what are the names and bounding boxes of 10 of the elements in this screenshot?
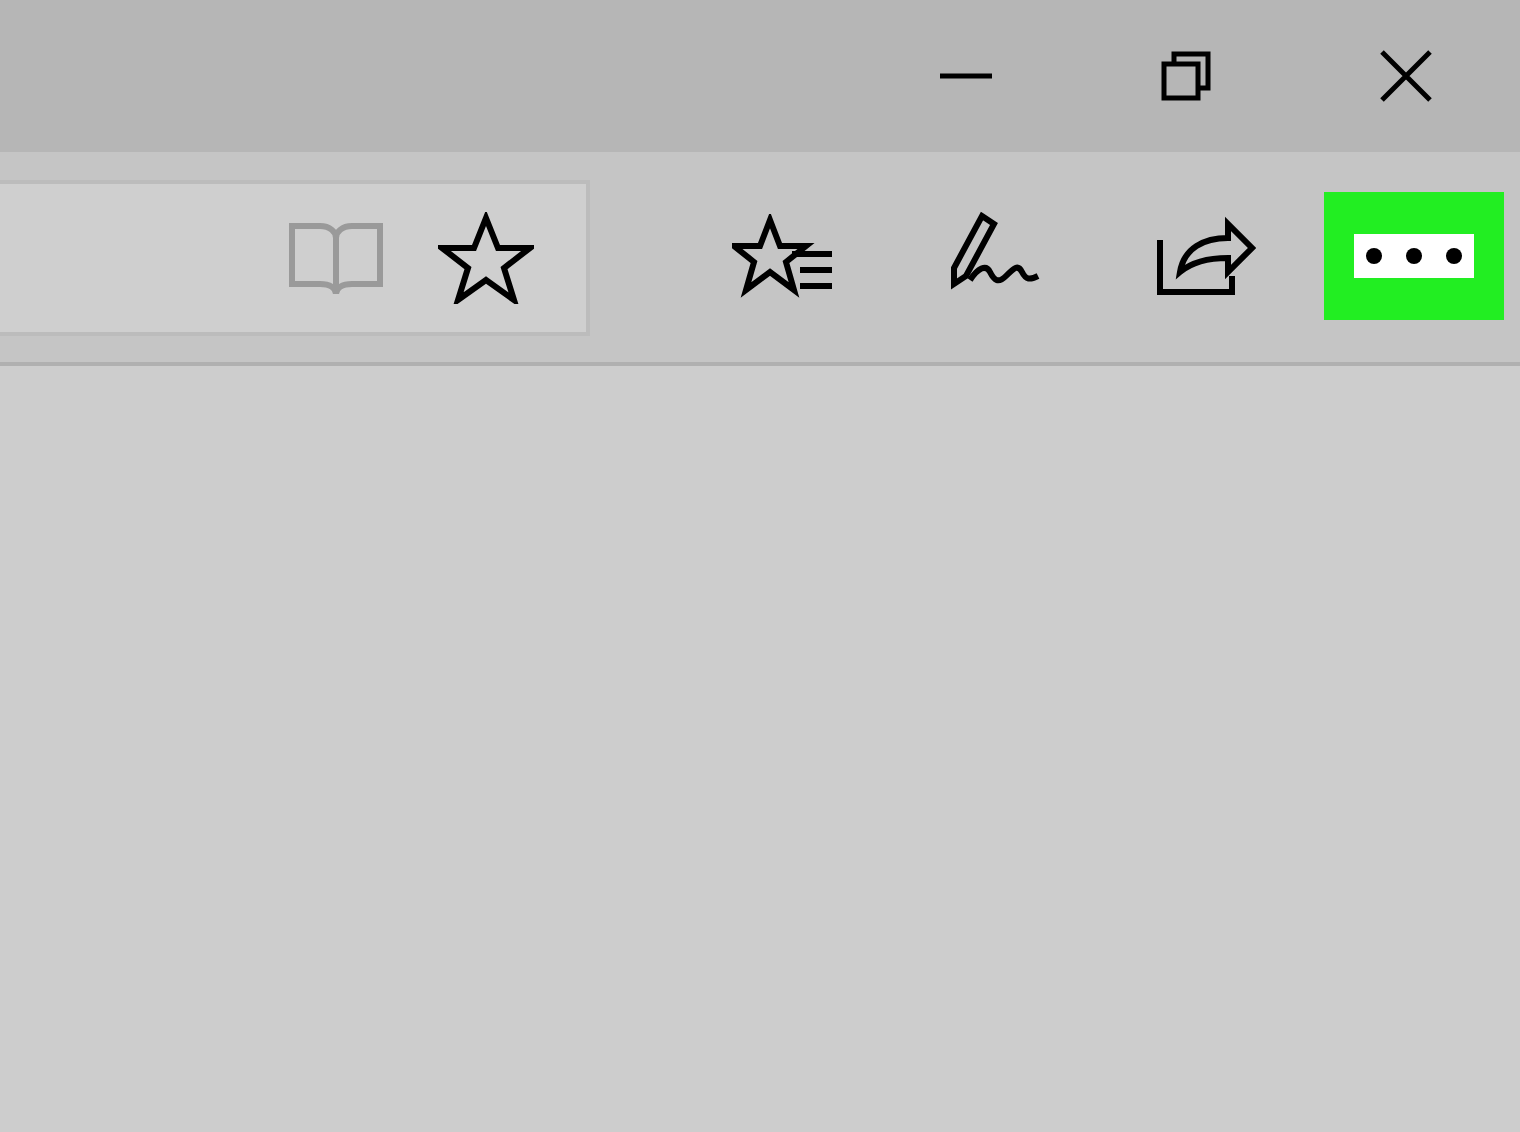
minimize-icon	[940, 72, 992, 80]
favorite-star-button[interactable]	[438, 212, 534, 304]
restore-icon	[1160, 50, 1212, 102]
star-list-icon	[732, 214, 836, 298]
star-icon	[438, 212, 534, 304]
address-bar[interactable]	[0, 180, 590, 336]
close-icon	[1380, 50, 1432, 102]
more-icon	[1354, 234, 1474, 278]
more-button[interactable]	[1324, 192, 1504, 320]
share-icon	[1152, 212, 1256, 300]
